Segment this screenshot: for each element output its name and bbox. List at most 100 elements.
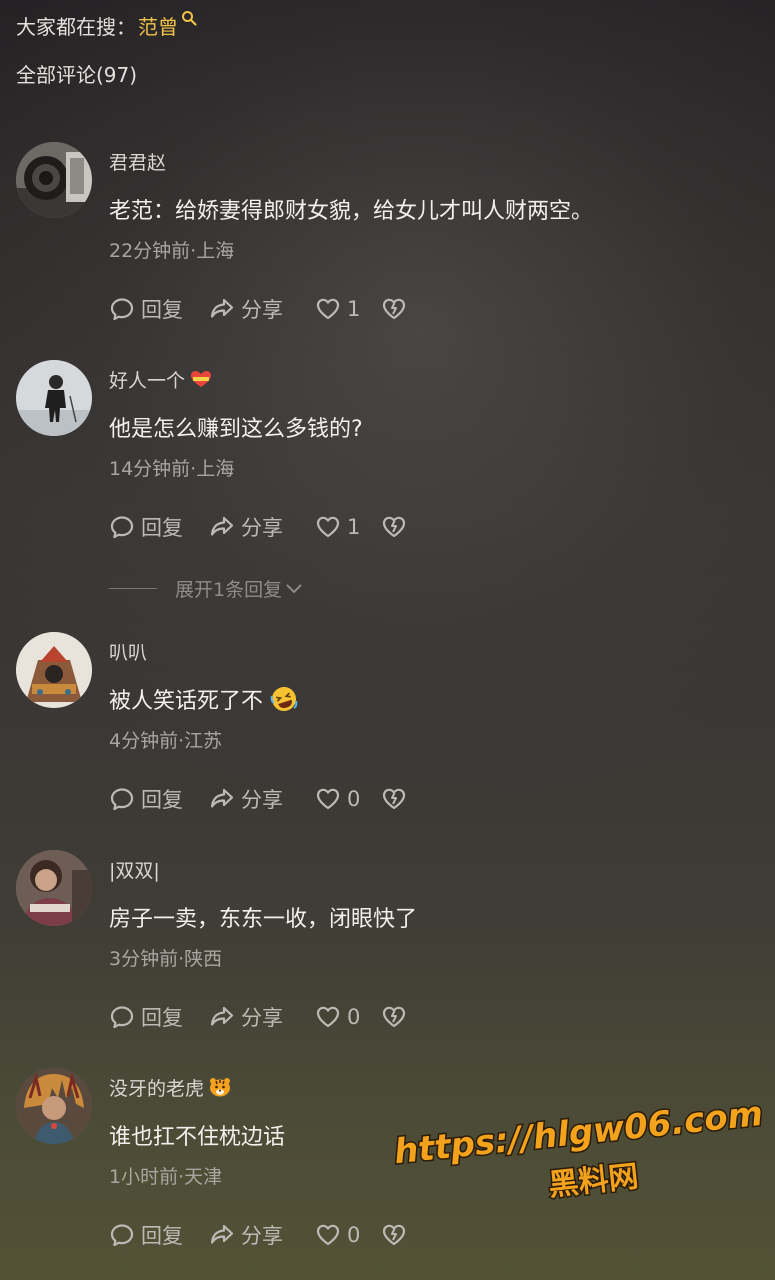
share-label: 分享 <box>241 1006 283 1030</box>
share-icon <box>210 1006 234 1026</box>
reply-button[interactable]: 回复 <box>109 782 209 816</box>
watermark-name: 黑料网 <box>547 1159 640 1203</box>
comment-actions: 回复 分享 0 <box>109 1000 413 1034</box>
divider-line <box>109 587 157 589</box>
comment-time-location: 14分钟前·上海 <box>109 457 235 480</box>
reply-icon <box>110 298 134 321</box>
username-text: 没牙的老虎 <box>109 1077 205 1100</box>
share-label: 分享 <box>241 298 283 322</box>
dislike-button[interactable] <box>381 1218 413 1252</box>
reply-icon <box>110 1224 134 1247</box>
comment-text-content: 被人笑话死了不 <box>109 689 264 714</box>
reply-button[interactable]: 回复 <box>109 292 209 326</box>
reply-label: 回复 <box>141 788 183 812</box>
expand-replies-label: 展开1条回复 <box>175 578 283 601</box>
comment-text: 被人笑话死了不 <box>109 682 299 716</box>
laughing-emoji-icon <box>270 687 298 711</box>
expand-replies-button[interactable]: 展开1条回复 <box>109 572 304 604</box>
hot-search-bar[interactable]: 大家都在搜： 范曾 <box>16 8 197 42</box>
comment-username[interactable]: |双双| <box>109 854 160 884</box>
reply-label: 回复 <box>141 1006 183 1030</box>
avatar[interactable] <box>16 1068 92 1144</box>
chevron-down-icon <box>286 584 302 594</box>
share-button[interactable]: 分享 <box>209 292 315 326</box>
reply-label: 回复 <box>141 516 183 540</box>
comment-text: 老范：给娇妻得郎财女貌，给女儿才叫人财两空。 <box>109 199 594 224</box>
broken-heart-icon <box>382 1224 406 1246</box>
broken-heart-icon <box>382 298 406 320</box>
share-icon <box>210 788 234 808</box>
reply-button[interactable]: 回复 <box>109 1218 209 1252</box>
like-count: 1 <box>347 515 361 539</box>
comment-actions: 回复 分享 1 <box>109 510 413 544</box>
avatar[interactable] <box>16 632 92 708</box>
comment-username[interactable]: 好人一个 <box>109 364 213 394</box>
like-count: 1 <box>347 297 361 321</box>
reply-button[interactable]: 回复 <box>109 510 209 544</box>
reply-label: 回复 <box>141 298 183 322</box>
comment-actions: 回复 分享 1 <box>109 292 413 326</box>
comment-username[interactable]: 叭叭 <box>109 636 147 666</box>
share-button[interactable]: 分享 <box>209 782 315 816</box>
comment-username[interactable]: 君君赵 <box>109 146 166 176</box>
watermark: https://hlgw06.com 黑料网 <box>395 1088 765 1208</box>
search-icon <box>182 11 197 26</box>
like-count: 0 <box>347 787 361 811</box>
comment-text: 他是怎么赚到这么多钱的? <box>109 417 363 442</box>
comment-item: 好人一个 他是怎么赚到这么多钱的? 14分钟前·上海 回复 分享 1 <box>0 360 775 560</box>
share-button[interactable]: 分享 <box>209 1218 315 1252</box>
username-text: 好人一个 <box>109 369 186 392</box>
dislike-button[interactable] <box>381 510 413 544</box>
heart-icon <box>316 1224 340 1246</box>
share-label: 分享 <box>241 516 283 540</box>
share-button[interactable]: 分享 <box>209 510 315 544</box>
comment-time-location: 4分钟前·江苏 <box>109 729 223 752</box>
broken-heart-icon <box>382 788 406 810</box>
share-icon <box>210 516 234 536</box>
heart-icon <box>316 298 340 320</box>
like-button[interactable]: 1 <box>315 292 381 326</box>
share-button[interactable]: 分享 <box>209 1000 315 1034</box>
like-button[interactable]: 0 <box>315 1218 381 1252</box>
tiger-emoji-icon <box>210 1078 231 1097</box>
broken-heart-icon <box>382 516 406 538</box>
like-count: 0 <box>347 1223 361 1247</box>
comment-time-location: 1小时前·天津 <box>109 1165 223 1188</box>
comment-text: 谁也扛不住枕边话 <box>109 1125 286 1150</box>
dislike-button[interactable] <box>381 1000 413 1034</box>
reply-button[interactable]: 回复 <box>109 1000 209 1034</box>
reply-icon <box>110 1006 134 1029</box>
like-button[interactable]: 0 <box>315 782 381 816</box>
comment-actions: 回复 分享 0 <box>109 1218 413 1252</box>
share-label: 分享 <box>241 788 283 812</box>
avatar[interactable] <box>16 360 92 436</box>
avatar[interactable] <box>16 142 92 218</box>
like-count: 0 <box>347 1005 361 1029</box>
hot-search-prefix: 大家都在搜： <box>16 14 136 39</box>
share-icon <box>210 298 234 318</box>
share-icon <box>210 1224 234 1244</box>
heart-icon <box>316 788 340 810</box>
comment-item: 君君赵 老范：给娇妻得郎财女貌，给女儿才叫人财两空。 22分钟前·上海 回复 分… <box>0 142 775 342</box>
broken-heart-icon <box>382 1006 406 1028</box>
comments-title: 全部评论(97) <box>16 62 138 87</box>
dislike-button[interactable] <box>381 782 413 816</box>
reply-icon <box>110 516 134 539</box>
hot-search-keyword[interactable]: 范曾 <box>138 11 178 40</box>
dislike-button[interactable] <box>381 292 413 326</box>
watermark-url: https://hlgw06.com <box>395 1094 765 1173</box>
heart-icon <box>316 516 340 538</box>
comment-time-location: 3分钟前·陕西 <box>109 947 223 970</box>
like-button[interactable]: 0 <box>315 1000 381 1034</box>
comment-item: 叭叭 被人笑话死了不 4分钟前·江苏 回复 分享 0 <box>0 632 775 832</box>
heart-icon <box>316 1006 340 1028</box>
comment-username[interactable]: 没牙的老虎 <box>109 1072 232 1102</box>
comment-actions: 回复 分享 0 <box>109 782 413 816</box>
share-label: 分享 <box>241 1224 283 1248</box>
like-button[interactable]: 1 <box>315 510 381 544</box>
avatar[interactable] <box>16 850 92 926</box>
comment-text: 房子一卖，东东一收，闭眼快了 <box>109 907 418 932</box>
comment-time-location: 22分钟前·上海 <box>109 239 235 262</box>
comment-item: |双双| 房子一卖，东东一收，闭眼快了 3分钟前·陕西 回复 分享 0 <box>0 850 775 1050</box>
heart-badge-icon <box>191 371 212 387</box>
